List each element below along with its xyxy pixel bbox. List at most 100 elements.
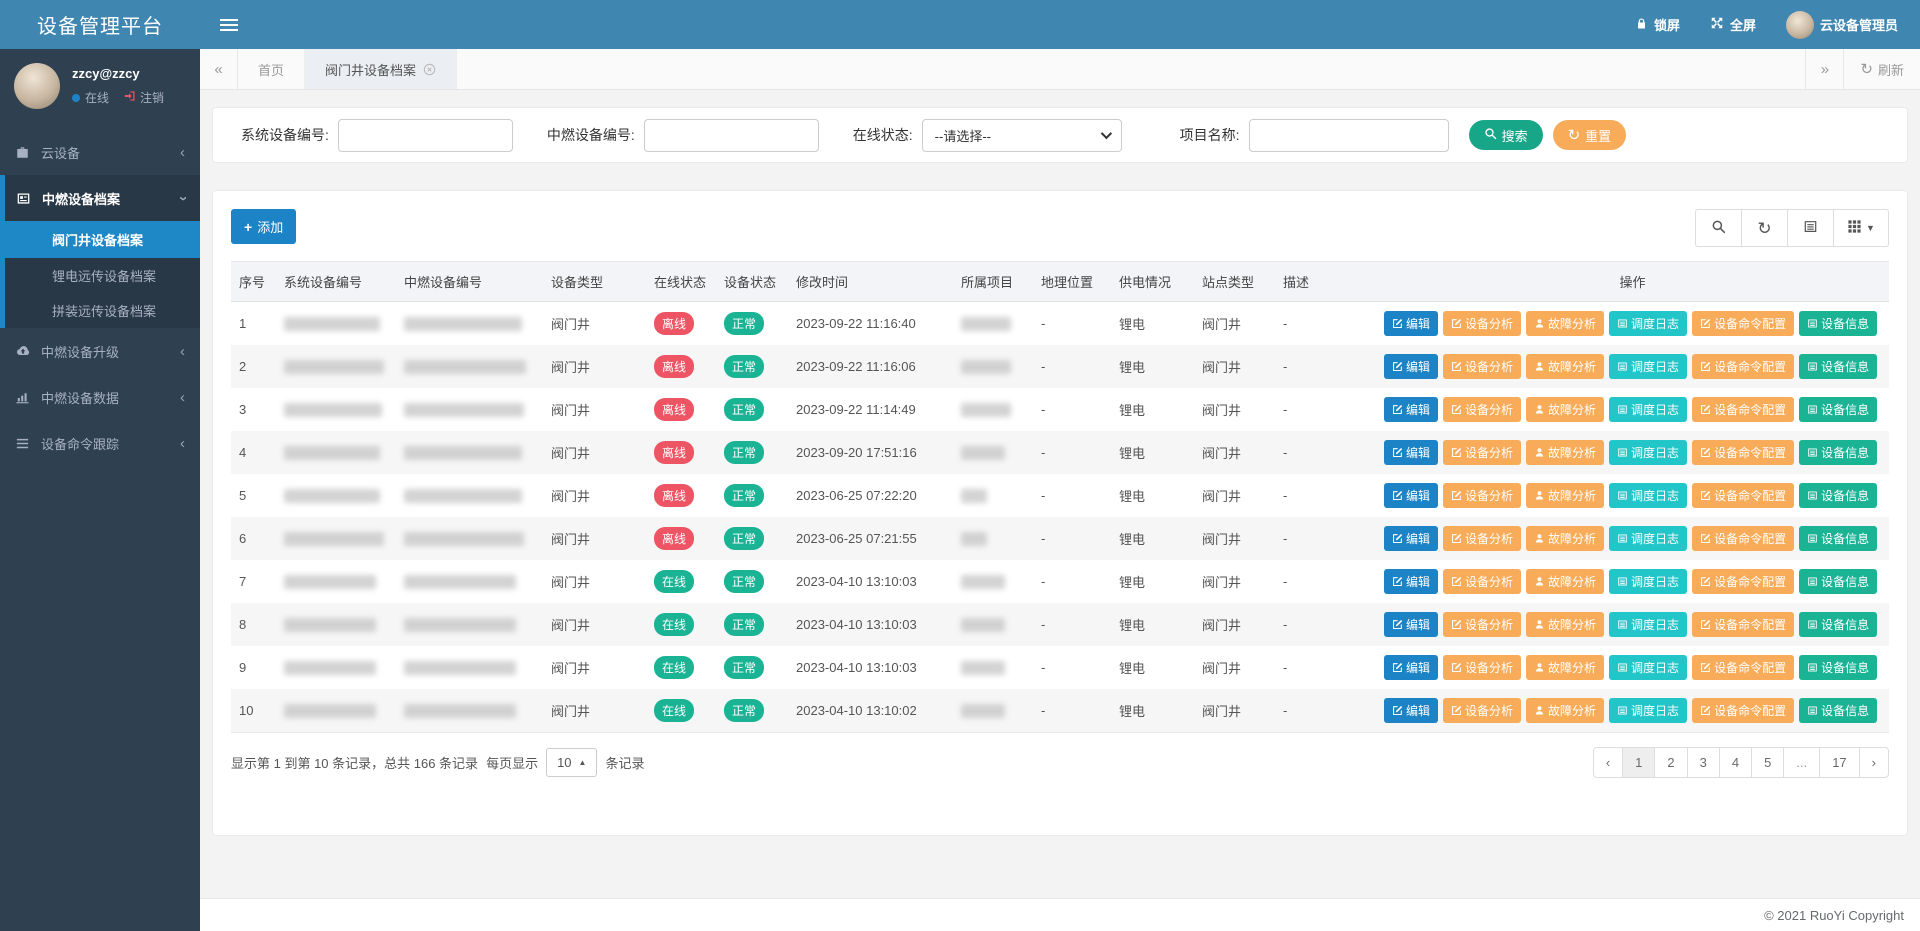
tabs-scroll-left-button[interactable]: « [200, 49, 238, 89]
table-refresh-button[interactable]: ↻ [1741, 209, 1788, 247]
device-command-config-button[interactable]: 设备命令配置 [1692, 397, 1794, 422]
tab-home[interactable]: 首页 [238, 49, 305, 89]
edit-button[interactable]: 编辑 [1384, 569, 1438, 594]
device-command-config-button[interactable]: 设备命令配置 [1692, 526, 1794, 551]
page-1-button[interactable]: 1 [1622, 747, 1655, 778]
dispatch-log-button[interactable]: 调度日志 [1609, 311, 1687, 336]
sidebar-toggle-button[interactable] [216, 13, 242, 37]
online-status-select[interactable]: --请选择-- [922, 119, 1122, 152]
dispatch-log-button[interactable]: 调度日志 [1609, 440, 1687, 465]
device-info-button[interactable]: 设备信息 [1799, 483, 1877, 508]
dispatch-log-button[interactable]: 调度日志 [1609, 483, 1687, 508]
sidebar-item-cn-device-archive[interactable]: 中燃设备档案 ‹ [5, 175, 200, 221]
device-command-config-button[interactable]: 设备命令配置 [1692, 311, 1794, 336]
page-ellipsis-button[interactable]: ... [1783, 747, 1820, 778]
sidebar-item-valve-well-archive[interactable]: 阀门井设备档案 [5, 221, 200, 258]
fullscreen-button[interactable]: 全屏 [1710, 15, 1756, 34]
dispatch-log-button[interactable]: 调度日志 [1609, 397, 1687, 422]
device-analysis-button[interactable]: 设备分析 [1443, 569, 1521, 594]
sidebar-item-cloud-device[interactable]: 云设备 ‹ [0, 129, 200, 175]
fault-analysis-button[interactable]: 故障分析 [1526, 526, 1604, 551]
fault-analysis-button[interactable]: 故障分析 [1526, 311, 1604, 336]
page-17-button[interactable]: 17 [1819, 747, 1859, 778]
project-name-input[interactable] [1249, 119, 1449, 152]
sidebar-item-command-tracking[interactable]: 设备命令跟踪 ‹ [0, 420, 200, 466]
device-analysis-button[interactable]: 设备分析 [1443, 698, 1521, 723]
fault-analysis-button[interactable]: 故障分析 [1526, 483, 1604, 508]
device-analysis-button[interactable]: 设备分析 [1443, 397, 1521, 422]
reset-button[interactable]: ↻ 重置 [1553, 120, 1627, 150]
table-columns-button[interactable]: ▼ [1833, 209, 1889, 247]
edit-button[interactable]: 编辑 [1384, 311, 1438, 336]
dispatch-log-button[interactable]: 调度日志 [1609, 655, 1687, 680]
user-menu[interactable]: 云设备管理员 [1786, 11, 1898, 39]
system-device-no-input[interactable] [338, 119, 513, 152]
logout-button[interactable]: 注销 [124, 89, 164, 106]
sidebar-item-lithium-remote-archive[interactable]: 锂电远传设备档案 [5, 258, 200, 293]
device-command-config-button[interactable]: 设备命令配置 [1692, 569, 1794, 594]
device-info-button[interactable]: 设备信息 [1799, 655, 1877, 680]
edit-button[interactable]: 编辑 [1384, 440, 1438, 465]
edit-button[interactable]: 编辑 [1384, 655, 1438, 680]
device-command-config-button[interactable]: 设备命令配置 [1692, 440, 1794, 465]
device-analysis-button[interactable]: 设备分析 [1443, 311, 1521, 336]
device-analysis-button[interactable]: 设备分析 [1443, 655, 1521, 680]
tab-close-icon[interactable] [423, 63, 436, 76]
edit-button[interactable]: 编辑 [1384, 397, 1438, 422]
device-info-button[interactable]: 设备信息 [1799, 698, 1877, 723]
device-analysis-button[interactable]: 设备分析 [1443, 354, 1521, 379]
device-command-config-button[interactable]: 设备命令配置 [1692, 655, 1794, 680]
page-5-button[interactable]: 5 [1751, 747, 1784, 778]
fault-analysis-button[interactable]: 故障分析 [1526, 354, 1604, 379]
device-info-button[interactable]: 设备信息 [1799, 397, 1877, 422]
cn-device-no-input[interactable] [644, 119, 819, 152]
tabs-scroll-right-button[interactable]: » [1805, 49, 1843, 89]
fault-analysis-button[interactable]: 故障分析 [1526, 569, 1604, 594]
device-command-config-button[interactable]: 设备命令配置 [1692, 698, 1794, 723]
device-info-button[interactable]: 设备信息 [1799, 440, 1877, 465]
device-info-button[interactable]: 设备信息 [1799, 569, 1877, 594]
page-prev-button[interactable]: ‹ [1593, 747, 1623, 778]
device-command-config-button[interactable]: 设备命令配置 [1692, 612, 1794, 637]
edit-button[interactable]: 编辑 [1384, 698, 1438, 723]
edit-button[interactable]: 编辑 [1384, 354, 1438, 379]
table-detail-view-button[interactable] [1787, 209, 1834, 247]
sidebar-item-device-upgrade[interactable]: 中燃设备升级 ‹ [0, 328, 200, 374]
device-info-button[interactable]: 设备信息 [1799, 354, 1877, 379]
device-info-button[interactable]: 设备信息 [1799, 526, 1877, 551]
fault-analysis-button[interactable]: 故障分析 [1526, 612, 1604, 637]
dispatch-log-button[interactable]: 调度日志 [1609, 612, 1687, 637]
device-info-button[interactable]: 设备信息 [1799, 612, 1877, 637]
dispatch-log-button[interactable]: 调度日志 [1609, 569, 1687, 594]
page-size-select[interactable]: 10 ▲ [546, 748, 597, 777]
search-button[interactable]: 搜索 [1469, 120, 1543, 150]
dispatch-log-button[interactable]: 调度日志 [1609, 698, 1687, 723]
device-analysis-button[interactable]: 设备分析 [1443, 440, 1521, 465]
page-next-button[interactable]: › [1859, 747, 1889, 778]
tab-valve-well-archive[interactable]: 阀门井设备档案 [305, 49, 457, 89]
device-command-config-button[interactable]: 设备命令配置 [1692, 354, 1794, 379]
device-command-config-button[interactable]: 设备命令配置 [1692, 483, 1794, 508]
lock-screen-button[interactable]: 锁屏 [1635, 15, 1680, 34]
dispatch-log-button[interactable]: 调度日志 [1609, 526, 1687, 551]
device-analysis-button[interactable]: 设备分析 [1443, 483, 1521, 508]
fault-analysis-button[interactable]: 故障分析 [1526, 655, 1604, 680]
fault-analysis-button[interactable]: 故障分析 [1526, 397, 1604, 422]
fault-analysis-button[interactable]: 故障分析 [1526, 698, 1604, 723]
edit-button[interactable]: 编辑 [1384, 483, 1438, 508]
device-analysis-button[interactable]: 设备分析 [1443, 612, 1521, 637]
device-analysis-button[interactable]: 设备分析 [1443, 526, 1521, 551]
edit-button[interactable]: 编辑 [1384, 526, 1438, 551]
device-info-button[interactable]: 设备信息 [1799, 311, 1877, 336]
page-3-button[interactable]: 3 [1687, 747, 1720, 778]
add-button[interactable]: + 添加 [231, 209, 296, 244]
sidebar-item-assembled-remote-archive[interactable]: 拼装远传设备档案 [5, 293, 200, 328]
edit-button[interactable]: 编辑 [1384, 612, 1438, 637]
table-search-toggle-button[interactable] [1695, 209, 1742, 247]
dispatch-log-button[interactable]: 调度日志 [1609, 354, 1687, 379]
page-2-button[interactable]: 2 [1654, 747, 1687, 778]
fault-analysis-button[interactable]: 故障分析 [1526, 440, 1604, 465]
page-4-button[interactable]: 4 [1719, 747, 1752, 778]
tab-refresh-button[interactable]: ↻ 刷新 [1843, 49, 1920, 89]
sidebar-item-device-data[interactable]: 中燃设备数据 ‹ [0, 374, 200, 420]
